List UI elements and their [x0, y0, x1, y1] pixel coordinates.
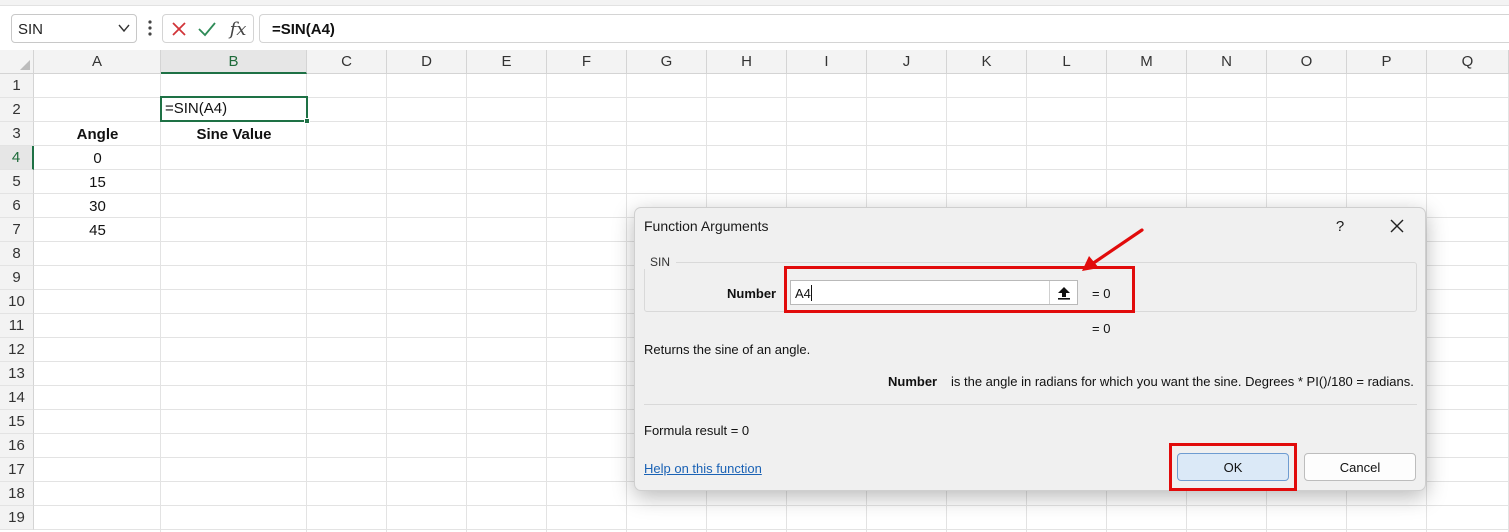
row-header-11[interactable]: 11: [0, 314, 34, 338]
column-header-j[interactable]: J: [867, 50, 947, 74]
close-button[interactable]: [1385, 214, 1409, 238]
column-header-f[interactable]: F: [547, 50, 627, 74]
column-header-a[interactable]: A: [34, 50, 161, 74]
formula-bar: SIN fx =SIN(A4): [0, 6, 1509, 50]
row-header-10[interactable]: 10: [0, 290, 34, 314]
fx-icon: fx: [229, 18, 247, 40]
cancel-button[interactable]: Cancel: [1304, 453, 1416, 481]
select-all-triangle-icon: [20, 60, 30, 70]
active-cell-b4[interactable]: =SIN(A4): [160, 96, 310, 124]
row-header-9[interactable]: 9: [0, 266, 34, 290]
chevron-down-icon[interactable]: [118, 23, 130, 33]
function-description: Returns the sine of an angle.: [644, 342, 811, 357]
row-gridline: [34, 529, 1509, 530]
row-header-17[interactable]: 17: [0, 458, 34, 482]
cell-a7[interactable]: 45: [34, 218, 161, 242]
close-icon: [1390, 219, 1404, 233]
text-caret: [811, 285, 812, 301]
column-header-e[interactable]: E: [467, 50, 547, 74]
row-header-12[interactable]: 12: [0, 338, 34, 362]
row-header-14[interactable]: 14: [0, 386, 34, 410]
cell-b3[interactable]: Sine Value: [161, 122, 307, 146]
row-gridline: [34, 505, 1509, 506]
row-header-3[interactable]: 3: [0, 122, 34, 146]
number-arg-label: Number: [727, 286, 777, 301]
formula-text: =SIN(A4): [272, 21, 335, 38]
help-button[interactable]: ?: [1330, 214, 1350, 238]
cell-a6[interactable]: 30: [34, 194, 161, 218]
column-header-q[interactable]: Q: [1427, 50, 1509, 74]
x-icon: [172, 22, 186, 36]
excel-window: SIN fx =SIN(A4) A B C D E F G H I J K L …: [0, 0, 1509, 532]
cell-a3[interactable]: Angle: [34, 122, 161, 146]
column-header-g[interactable]: G: [627, 50, 707, 74]
number-arg-value: A4: [795, 286, 811, 301]
row-header-8[interactable]: 8: [0, 242, 34, 266]
name-box-value: SIN: [18, 21, 44, 38]
row-header-2[interactable]: 2: [0, 98, 34, 122]
row-header-19[interactable]: 19: [0, 506, 34, 530]
row-gridline: [34, 169, 1509, 170]
column-gridline: [386, 74, 387, 532]
upload-arrow-icon: [1057, 286, 1070, 300]
column-gridline: [466, 74, 467, 532]
row-header-7[interactable]: 7: [0, 218, 34, 242]
row-header-1[interactable]: 1: [0, 74, 34, 98]
enter-button[interactable]: [196, 18, 218, 40]
arg-description-text: is the angle in radians for which you wa…: [951, 374, 1414, 389]
select-all-button[interactable]: [0, 50, 34, 74]
dialog-divider: [644, 404, 1417, 405]
formula-result: Formula result = 0: [644, 423, 750, 438]
row-header-5[interactable]: 5: [0, 170, 34, 194]
row-header-4[interactable]: 4: [0, 146, 34, 170]
column-gridline: [1426, 74, 1427, 532]
formula-buttons: fx: [162, 14, 254, 43]
row-header-16[interactable]: 16: [0, 434, 34, 458]
fill-handle[interactable]: [304, 118, 310, 124]
column-gridline: [546, 74, 547, 532]
row-gridline: [34, 193, 1509, 194]
ok-button[interactable]: OK: [1177, 453, 1289, 481]
checkmark-icon: [198, 22, 216, 37]
function-arguments-dialog: Function Arguments ? SIN Number A4 = 0 =…: [634, 207, 1426, 491]
column-header-c[interactable]: C: [307, 50, 387, 74]
column-header-p[interactable]: P: [1347, 50, 1427, 74]
formula-input[interactable]: =SIN(A4): [259, 14, 1509, 43]
column-header-n[interactable]: N: [1187, 50, 1267, 74]
cancel-entry-button[interactable]: [168, 18, 190, 40]
row-header-18[interactable]: 18: [0, 482, 34, 506]
cell-a4[interactable]: 0: [34, 146, 161, 170]
row-header-6[interactable]: 6: [0, 194, 34, 218]
help-on-function-link[interactable]: Help on this function: [644, 461, 762, 476]
dialog-title: Function Arguments: [644, 218, 769, 234]
column-header-k[interactable]: K: [947, 50, 1027, 74]
row-header-13[interactable]: 13: [0, 362, 34, 386]
function-evaluation: = 0: [1092, 321, 1111, 336]
cell-a5[interactable]: 15: [34, 170, 161, 194]
column-header-o[interactable]: O: [1267, 50, 1347, 74]
column-header-d[interactable]: D: [387, 50, 467, 74]
function-name-label: SIN: [644, 255, 677, 269]
insert-function-button[interactable]: fx: [227, 18, 249, 40]
collapse-dialog-button[interactable]: [1049, 281, 1077, 304]
column-header-m[interactable]: M: [1107, 50, 1187, 74]
row-header-15[interactable]: 15: [0, 410, 34, 434]
number-arg-input[interactable]: A4: [790, 280, 1078, 305]
column-gridline: [626, 74, 627, 532]
column-header-b[interactable]: B: [161, 50, 307, 74]
more-options-icon[interactable]: [145, 16, 155, 40]
active-cell-text: =SIN(A4): [165, 100, 228, 117]
number-arg-evaluation: = 0: [1092, 286, 1111, 301]
column-header-h[interactable]: H: [707, 50, 787, 74]
name-box[interactable]: SIN: [11, 14, 137, 43]
column-header-l[interactable]: L: [1027, 50, 1107, 74]
arg-description-name: Number: [888, 374, 938, 389]
column-header-i[interactable]: I: [787, 50, 867, 74]
